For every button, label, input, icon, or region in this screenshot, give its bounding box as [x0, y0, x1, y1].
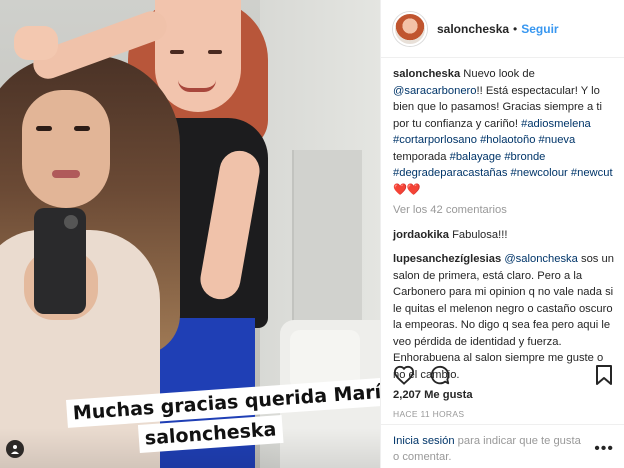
comment-mention[interactable]: @saloncheska	[504, 253, 578, 265]
comment-bubble-icon[interactable]	[429, 364, 451, 386]
avatar[interactable]	[393, 11, 427, 46]
comments-list: saloncheska Nuevo look de @saracarbonero…	[381, 58, 624, 383]
instagram-post: Muchas gracias querida María saloncheska…	[0, 0, 624, 468]
person-tag-icon[interactable]	[6, 440, 24, 458]
caption: saloncheska Nuevo look de @saracarbonero…	[393, 66, 614, 198]
login-prompt: Inicia sesión para indicar que te gusta …	[381, 424, 624, 465]
follow-button[interactable]: Seguir	[521, 22, 558, 36]
seated-woman-eye	[36, 126, 52, 131]
comment-username[interactable]: lupesanchezíglesias	[393, 253, 501, 265]
likes-count[interactable]: 2,207 Me gusta	[393, 389, 473, 401]
caption-text: Nuevo look de	[460, 68, 535, 80]
seated-woman-face	[22, 90, 110, 208]
standing-woman-eye	[170, 50, 184, 54]
caption-username[interactable]: saloncheska	[393, 68, 460, 80]
separator-dot: •	[513, 21, 518, 36]
heart-icon[interactable]	[393, 365, 415, 385]
heart-emoji: ❤️❤️	[393, 183, 421, 196]
comment-username[interactable]: jordaokika	[393, 229, 449, 241]
caption-mention[interactable]: @saracarbonero	[393, 85, 477, 97]
standing-woman-hand	[14, 26, 58, 60]
comment: jordaokika Fabulosa!!!	[393, 227, 614, 244]
caption-text: temporada	[393, 150, 450, 163]
view-all-comments-link[interactable]: Ver los 42 comentarios	[393, 202, 614, 219]
seated-woman-lips	[52, 170, 80, 178]
action-bar	[381, 360, 624, 390]
more-options-icon[interactable]: •••	[594, 440, 614, 458]
seated-woman-eye	[74, 126, 90, 131]
login-link[interactable]: Inicia sesión	[393, 435, 455, 447]
post-photo[interactable]: Muchas gracias querida María saloncheska	[0, 0, 380, 468]
standing-woman-eye	[208, 50, 222, 54]
post-header: saloncheska • Seguir	[381, 0, 624, 58]
phone-camera	[64, 215, 78, 229]
smartphone	[34, 208, 86, 314]
post-timestamp: HACE 11 HORAS	[393, 409, 465, 419]
comment-text: Fabulosa!!!	[448, 228, 508, 241]
header-username[interactable]: saloncheska	[437, 22, 509, 36]
standing-woman-face	[155, 0, 241, 112]
bookmark-icon[interactable]	[595, 364, 613, 386]
standing-woman-smile	[178, 80, 216, 92]
post-sidebar: saloncheska • Seguir saloncheska Nuevo l…	[380, 0, 624, 468]
